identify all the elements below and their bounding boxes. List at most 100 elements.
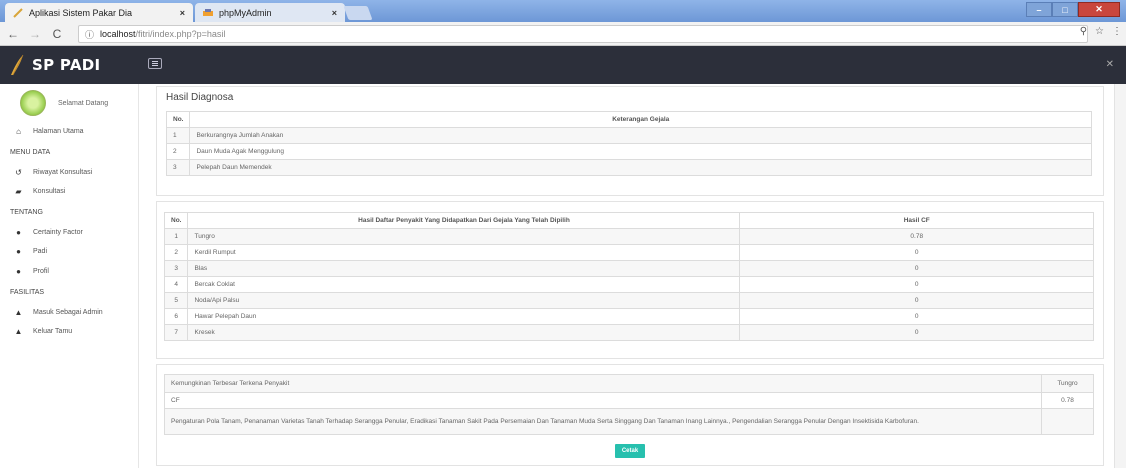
table-row: 1 Tungro 0.78 xyxy=(163,228,1094,245)
row-no: 7 xyxy=(163,324,189,341)
col-cf-header: Hasil CF xyxy=(739,212,1094,229)
tab-aplikasi[interactable]: Aplikasi Sistem Pakar Dia × xyxy=(5,3,193,22)
home-icon: ⌂ xyxy=(16,126,21,136)
menu-kebab-icon[interactable]: ⋮ xyxy=(1112,26,1122,37)
row-cf: 0 xyxy=(739,292,1094,309)
user-icon: ▲ xyxy=(14,307,23,317)
new-tab-button[interactable] xyxy=(343,6,373,20)
row-penyakit: Kerdil Rumput xyxy=(187,244,741,261)
row-no: 6 xyxy=(163,308,189,325)
url-path: /fitri/index.php?p=hasil xyxy=(135,29,226,39)
table-row: 4 Bercak Coklat 0 xyxy=(163,276,1094,293)
sidebar-item-konsultasi[interactable]: ▰ Konsultasi xyxy=(0,185,139,197)
section-label: TENTANG xyxy=(10,208,43,216)
row-no: 3 xyxy=(165,159,191,176)
row-no: 1 xyxy=(163,228,189,245)
row-penyakit: Noda/Api Palsu xyxy=(187,292,741,309)
sidebar-item-label: Masuk Sebagai Admin xyxy=(33,308,103,316)
kesimpulan-table: Kemungkinan Terbesar Terkena Penyakit Tu… xyxy=(164,374,1094,435)
cf-label: CF xyxy=(164,392,1042,409)
row-cf: 0.78 xyxy=(739,228,1094,245)
url-input[interactable]: ⓘ localhost /fitri/index.php?p=hasil xyxy=(78,25,1088,43)
history-icon: ↺ xyxy=(15,167,22,177)
row-gejala: Berkurangnya Jumlah Anakan xyxy=(189,127,1092,144)
solusi-text: Pengaturan Pola Tanam, Penanaman Varieta… xyxy=(164,408,1042,435)
window-controls: – □ ✕ xyxy=(1026,2,1120,17)
sidebar-item-label: Profil xyxy=(33,267,49,275)
sidebar-toggle-button[interactable] xyxy=(148,58,162,69)
empty-cell xyxy=(1041,408,1094,435)
tab-close-icon[interactable]: × xyxy=(332,8,337,18)
table-row: Kemungkinan Terbesar Terkena Penyakit Tu… xyxy=(164,374,1094,393)
row-no: 4 xyxy=(163,276,189,293)
forward-icon[interactable]: → xyxy=(26,27,44,41)
table-row: 7 Kresek 0 xyxy=(163,324,1094,341)
kesimpulan-value: Tungro xyxy=(1041,374,1094,393)
sidebar-item-riwayat[interactable]: ↺ Riwayat Konsultasi xyxy=(0,166,139,178)
sidebar-item-keluar[interactable]: ▲ Keluar Tamu xyxy=(0,325,139,337)
minimize-button[interactable]: – xyxy=(1026,2,1052,17)
row-no: 3 xyxy=(163,260,189,277)
reload-icon[interactable]: C xyxy=(48,27,66,41)
zoom-icon[interactable]: ⚲ xyxy=(1080,26,1087,37)
address-bar: ← → C ⓘ localhost /fitri/index.php?p=has… xyxy=(0,22,1126,46)
sidebar-item-certainty[interactable]: ● Certainty Factor xyxy=(0,226,139,238)
brand[interactable]: SP PADI xyxy=(0,54,140,76)
page-scrollbar[interactable] xyxy=(1114,84,1126,468)
user-box: Selamat Datang xyxy=(20,90,108,116)
rice-leaf-icon xyxy=(13,7,23,18)
section-label: MENU DATA xyxy=(10,148,51,156)
row-cf: 0 xyxy=(739,244,1094,261)
sidebar-section-fasilitas: FASILITAS xyxy=(0,286,139,298)
close-window-button[interactable]: ✕ xyxy=(1078,2,1120,17)
col-gejala-header: Keterangan Gejala xyxy=(189,111,1092,128)
table-row: 3 Pelepah Daun Memendek xyxy=(165,159,1092,176)
table-row: CF 0.78 xyxy=(164,392,1094,409)
back-icon[interactable]: ← xyxy=(4,27,22,41)
maximize-button[interactable]: □ xyxy=(1052,2,1078,17)
brand-name: SP PADI xyxy=(32,56,101,74)
table-row: 5 Noda/Api Palsu 0 xyxy=(163,292,1094,309)
table-row: 2 Kerdil Rumput 0 xyxy=(163,244,1094,261)
row-cf: 0 xyxy=(739,276,1094,293)
sidebar-item-admin[interactable]: ▲ Masuk Sebagai Admin xyxy=(0,306,139,318)
table-row: Pengaturan Pola Tanam, Penanaman Varieta… xyxy=(164,408,1094,435)
sidebar-item-label: Padi xyxy=(33,247,48,255)
row-penyakit: Blas xyxy=(187,260,741,277)
tab-phpmyadmin[interactable]: phpMyAdmin × xyxy=(195,3,345,22)
row-penyakit: Hawar Pelepah Daun xyxy=(187,308,741,325)
rice-leaf-icon xyxy=(11,54,24,76)
user-icon: ▲ xyxy=(14,326,23,336)
laptop-icon: ▰ xyxy=(15,186,22,196)
welcome-text: Selamat Datang xyxy=(58,99,109,107)
sidebar-item-padi[interactable]: ● Padi xyxy=(0,245,139,257)
gejala-table: No. Keterangan Gejala 1 Berkurangnya Juml… xyxy=(165,111,1092,176)
table-row: 2 Daun Muda Agak Menggulung xyxy=(165,143,1092,160)
bookmark-star-icon[interactable]: ☆ xyxy=(1095,26,1104,37)
row-no: 5 xyxy=(163,292,189,309)
col-no-header: No. xyxy=(163,212,189,229)
table-row: 3 Blas 0 xyxy=(163,260,1094,277)
table-row: 1 Berkurangnya Jumlah Anakan xyxy=(165,127,1092,144)
row-cf: 0 xyxy=(739,260,1094,277)
info-icon[interactable]: ⓘ xyxy=(85,28,94,41)
kesimpulan-label: Kemungkinan Terbesar Terkena Penyakit xyxy=(164,374,1042,393)
sidebar-item-label: Certainty Factor xyxy=(33,228,83,236)
fullscreen-icon[interactable]: ✕ xyxy=(1106,59,1114,70)
sidebar-item-home[interactable]: ⌂ Halaman Utama xyxy=(0,125,139,137)
sidebar: Selamat Datang ⌂ Halaman Utama MENU DATA … xyxy=(0,84,139,468)
row-no: 1 xyxy=(165,127,191,144)
sidebar-item-profil[interactable]: ● Profil xyxy=(0,265,139,277)
sidebar-section-menu-data: MENU DATA xyxy=(0,146,139,158)
app-header: SP PADI ✕ xyxy=(0,46,1126,84)
page-title: Hasil Diagnosa xyxy=(166,92,234,103)
tab-close-icon[interactable]: × xyxy=(180,8,185,18)
sidebar-item-label: Halaman Utama xyxy=(33,127,84,135)
row-penyakit: Tungro xyxy=(187,228,741,245)
avatar xyxy=(20,90,46,116)
penyakit-table: No. Hasil Daftar Penyakit Yang Didapatka… xyxy=(163,212,1094,341)
leaf-icon: ● xyxy=(16,227,21,237)
cetak-button[interactable]: Cetak xyxy=(615,444,645,458)
row-gejala: Pelepah Daun Memendek xyxy=(189,159,1092,176)
browser-tab-bar: Aplikasi Sistem Pakar Dia × phpMyAdmin ×… xyxy=(0,0,1126,22)
